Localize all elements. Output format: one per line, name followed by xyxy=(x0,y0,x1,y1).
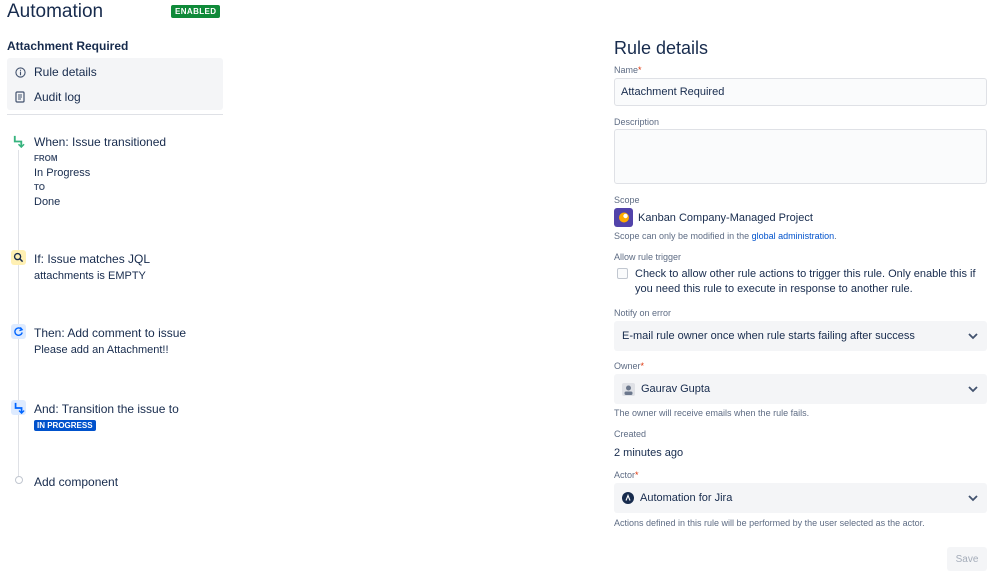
rule-name: Attachment Required xyxy=(7,39,129,53)
scope-value: Kanban Company-Managed Project xyxy=(614,208,813,227)
status-badge: ENABLED xyxy=(171,5,221,18)
status-lozenge: IN PROGRESS xyxy=(34,420,96,431)
global-administration-link[interactable]: global administration xyxy=(752,231,835,241)
trigger-to-value: Done xyxy=(34,196,61,208)
add-component-dot xyxy=(15,476,23,484)
allow-trigger-text: Check to allow other rule actions to tri… xyxy=(635,268,976,295)
scope-help-text: Scope can only be modified in the global… xyxy=(614,231,837,241)
save-button[interactable]: Save xyxy=(947,547,987,571)
page-title: Automation xyxy=(7,1,104,22)
action-comment-title[interactable]: Then: Add comment to issue xyxy=(34,326,186,340)
add-component-button[interactable]: Add component xyxy=(34,475,118,489)
name-label: Name* xyxy=(614,65,642,75)
transition-icon xyxy=(11,400,26,415)
panel-heading: Rule details xyxy=(614,38,709,58)
actor-help-text: Actions defined in this rule will be per… xyxy=(614,518,925,528)
name-field[interactable]: Attachment Required xyxy=(614,78,987,106)
divider xyxy=(7,114,223,115)
owner-label: Owner* xyxy=(614,361,645,371)
chevron-down-icon xyxy=(967,492,979,507)
search-icon xyxy=(11,250,26,265)
info-icon xyxy=(14,66,26,78)
allow-trigger-label: Allow rule trigger xyxy=(614,252,682,262)
chevron-down-icon xyxy=(967,330,979,345)
sidebar-item-rule-details[interactable]: Rule details xyxy=(14,60,214,84)
created-value: 2 minutes ago xyxy=(614,447,684,459)
owner-select[interactable]: Gaurav Gupta xyxy=(614,374,987,404)
document-icon xyxy=(14,91,26,103)
flow-connector-line xyxy=(18,150,19,480)
avatar xyxy=(622,382,635,396)
project-avatar-icon xyxy=(614,208,633,227)
description-label: Description xyxy=(614,117,660,127)
scope-name: Kanban Company-Managed Project xyxy=(638,211,813,224)
trigger-title[interactable]: When: Issue transitioned xyxy=(34,135,166,149)
notify-label: Notify on error xyxy=(614,308,672,318)
description-field[interactable] xyxy=(614,129,987,184)
trigger-from-value: In Progress xyxy=(34,167,91,179)
sidebar-item-label: Rule details xyxy=(34,65,97,79)
trigger-to-label: TO xyxy=(34,183,45,192)
chevron-down-icon xyxy=(967,383,979,398)
actor-label: Actor* xyxy=(614,470,639,480)
transition-icon xyxy=(11,134,26,149)
trigger-from-label: FROM xyxy=(34,154,58,163)
created-label: Created xyxy=(614,429,647,439)
sidebar-item-label: Audit log xyxy=(34,90,81,104)
action-comment-detail: Please add an Attachment!! xyxy=(34,344,169,356)
actor-value: Automation for Jira xyxy=(640,492,733,504)
actor-select[interactable]: Automation for Jira xyxy=(614,483,987,513)
allow-trigger-checkbox[interactable] xyxy=(617,268,628,279)
automation-avatar-icon xyxy=(622,492,634,504)
notify-value: E-mail rule owner once when rule starts … xyxy=(622,330,915,342)
refresh-icon xyxy=(11,324,26,339)
scope-label: Scope xyxy=(614,195,640,205)
owner-help-text: The owner will receive emails when the r… xyxy=(614,408,810,418)
condition-detail: attachments is EMPTY xyxy=(34,270,146,282)
condition-title[interactable]: If: Issue matches JQL xyxy=(34,252,150,266)
owner-value: Gaurav Gupta xyxy=(641,383,711,395)
sidebar-item-audit-log[interactable]: Audit log xyxy=(14,85,214,109)
action-transition-title[interactable]: And: Transition the issue to xyxy=(34,402,179,416)
notify-select[interactable]: E-mail rule owner once when rule starts … xyxy=(614,321,987,351)
